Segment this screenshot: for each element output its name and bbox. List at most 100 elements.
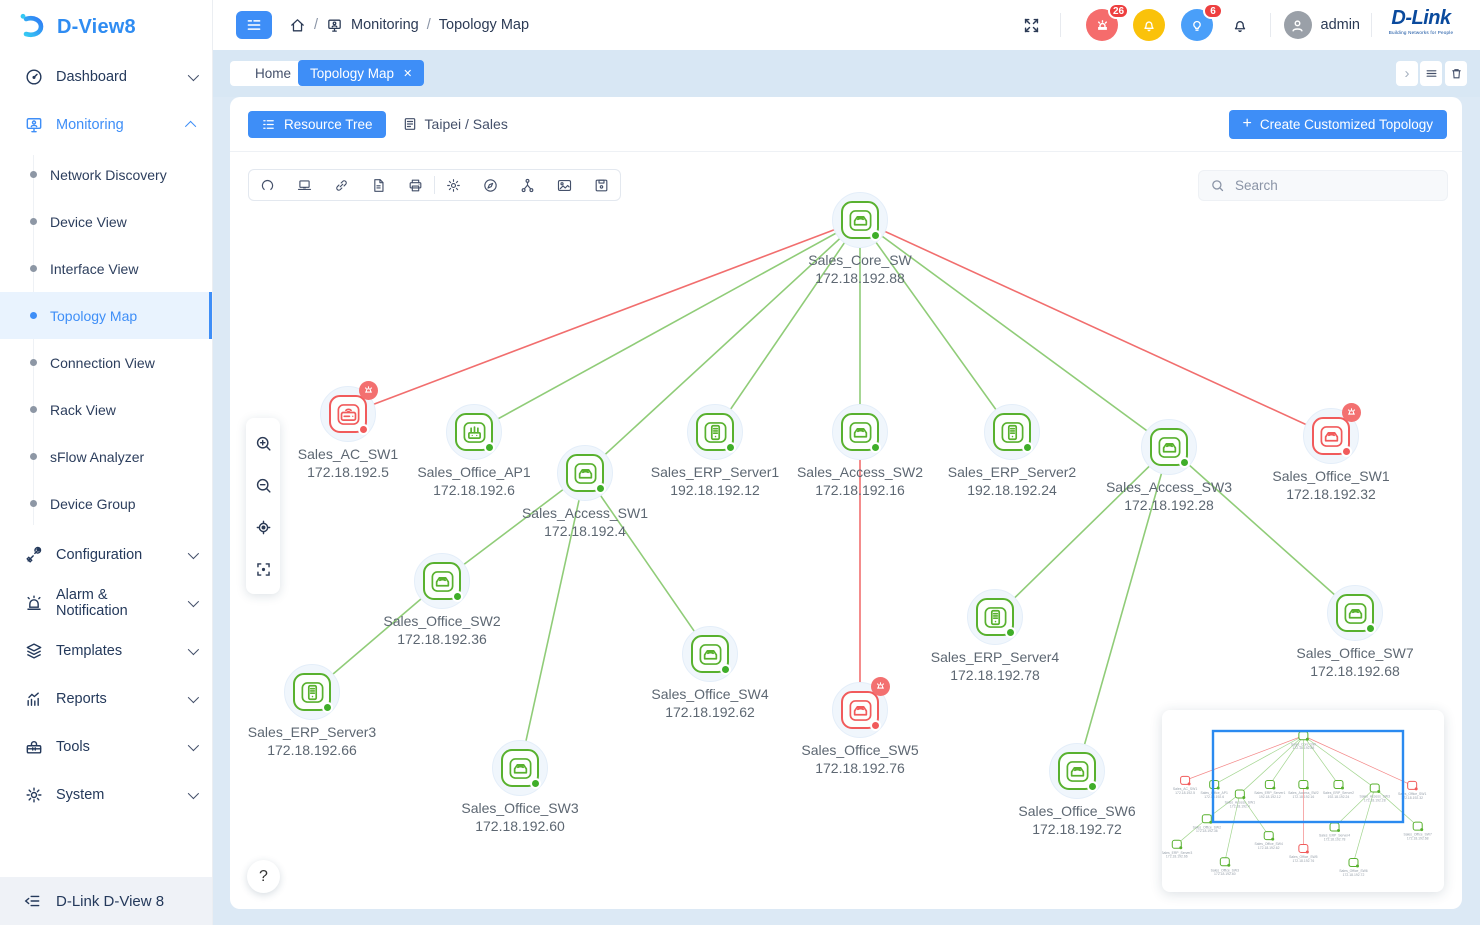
node-halo <box>557 445 613 501</box>
sidebar-item-dashboard[interactable]: Dashboard <box>0 53 212 101</box>
sidebar-item-tools[interactable]: Tools <box>0 723 212 771</box>
sidebar-toggle-button[interactable] <box>236 11 272 39</box>
sidebar-footer[interactable]: D-Link D-View 8 <box>0 877 212 925</box>
sidebar-item-rack-view[interactable]: Rack View <box>0 386 212 433</box>
refresh-button[interactable] <box>249 170 286 200</box>
topology-node-sales-erp-server3[interactable]: Sales_ERP_Server3172.18.192.66 <box>284 664 340 720</box>
image-button[interactable] <box>546 170 583 200</box>
sidebar-item-label: Device Group <box>50 496 136 512</box>
status-dot <box>358 424 369 435</box>
sidebar-item-system[interactable]: System <box>0 771 212 819</box>
topology-node-sales-office-ap1[interactable]: Sales_Office_AP1172.18.192.6 <box>446 404 502 460</box>
laptop-button[interactable] <box>286 170 323 200</box>
zoom-out-button[interactable] <box>246 464 280 506</box>
fit-to-screen-button[interactable] <box>246 548 280 590</box>
svg-text:172.18.192.32: 172.18.192.32 <box>1401 796 1423 800</box>
dashboard-icon <box>24 67 44 87</box>
node-label: Sales_Office_SW7172.18.192.68 <box>1255 644 1455 680</box>
resource-tree-button[interactable]: Resource Tree <box>248 111 386 138</box>
sidebar-item-topology-map[interactable]: Topology Map <box>0 292 212 339</box>
chevron-down-icon <box>188 692 199 703</box>
topology-node-sales-access-sw2[interactable]: Sales_Access_SW2172.18.192.16 <box>832 404 888 460</box>
topology-node-sales-office-sw4[interactable]: Sales_Office_SW4172.18.192.62 <box>682 626 738 682</box>
topology-node-sales-core-sw[interactable]: Sales_Core_SW172.18.192.88 <box>832 192 888 248</box>
search-input[interactable] <box>1233 177 1423 194</box>
status-dot <box>1005 627 1016 638</box>
laptop-icon <box>296 177 313 194</box>
sidebar-item-device-view[interactable]: Device View <box>0 198 212 245</box>
dlink-logo[interactable]: D-Link Building Networks for People <box>1375 7 1467 35</box>
sidebar-item-connection-view[interactable]: Connection View <box>0 339 212 386</box>
node-halo <box>682 626 738 682</box>
compass-button[interactable] <box>472 170 509 200</box>
create-customized-topology-button[interactable]: + Create Customized Topology <box>1229 110 1447 139</box>
printer-button[interactable] <box>397 170 434 200</box>
topology-node-sales-office-sw6[interactable]: Sales_Office_SW6172.18.192.72 <box>1049 743 1105 799</box>
menu-list-icon <box>245 16 263 34</box>
tabs-menu-button[interactable] <box>1420 61 1442 86</box>
topology-node-sales-office-sw7[interactable]: Sales_Office_SW7172.18.192.68 <box>1327 585 1383 641</box>
tab-home[interactable]: Home <box>239 61 307 86</box>
topology-node-sales-erp-server2[interactable]: Sales_ERP_Server2192.18.192.24 <box>984 404 1040 460</box>
search-box[interactable] <box>1198 170 1448 201</box>
user-menu[interactable]: admin <box>1284 0 1361 50</box>
tabs-scroll-right-button[interactable]: › <box>1396 61 1418 86</box>
topology-node-sales-office-sw1[interactable]: Sales_Office_SW1172.18.192.32 <box>1303 408 1359 464</box>
topology-node-sales-erp-server1[interactable]: Sales_ERP_Server1192.18.192.12 <box>687 404 743 460</box>
sidebar-item-label: System <box>56 787 176 803</box>
svg-text:172.18.192.88: 172.18.192.88 <box>1293 746 1315 750</box>
topology-branch-button[interactable] <box>509 170 546 200</box>
sidebar-item-sflow-analyzer[interactable]: sFlow Analyzer <box>0 433 212 480</box>
chevron-down-icon <box>188 596 199 607</box>
node-halo <box>832 404 888 460</box>
breadcrumb-topology-map[interactable]: Topology Map <box>439 17 529 33</box>
close-icon[interactable]: ✕ <box>403 67 412 80</box>
locate-button[interactable] <box>246 506 280 548</box>
help-button[interactable]: ? <box>247 860 280 893</box>
breadcrumb-monitoring[interactable]: Monitoring <box>351 17 419 33</box>
topology-node-sales-office-sw3[interactable]: Sales_Office_SW3172.18.192.60 <box>492 740 548 796</box>
sidebar-item-label: Reports <box>56 691 176 707</box>
home-icon[interactable] <box>289 17 306 34</box>
tabs-close-all-button[interactable] <box>1445 61 1467 86</box>
refresh-icon <box>259 177 276 194</box>
person-icon <box>1289 17 1306 34</box>
svg-text:172.18.192.4: 172.18.192.4 <box>1230 804 1250 808</box>
topology-location: Taipei / Sales <box>402 116 508 132</box>
sidebar-item-network-discovery[interactable]: Network Discovery <box>0 151 212 198</box>
node-label: Sales_Office_SW4172.18.192.62 <box>610 685 810 721</box>
node-ip: 172.18.192.62 <box>610 703 810 721</box>
fullscreen-button[interactable] <box>1019 13 1043 37</box>
app-logo[interactable]: D-View8 <box>0 0 212 53</box>
topology-node-sales-office-sw5[interactable]: Sales_Office_SW5172.18.192.76 <box>832 682 888 738</box>
save-button[interactable] <box>583 170 620 200</box>
sidebar-item-alarm-notification[interactable]: Alarm & Notification <box>0 579 212 627</box>
svg-text:172.18.192.78: 172.18.192.78 <box>1324 837 1346 841</box>
topology-node-sales-access-sw3[interactable]: Sales_Access_SW3172.18.192.28 <box>1141 419 1197 475</box>
sidebar-item-monitoring[interactable]: Monitoring <box>0 101 212 149</box>
settings-button[interactable] <box>435 170 472 200</box>
topology-node-sales-office-sw2[interactable]: Sales_Office_SW2172.18.192.36 <box>414 553 470 609</box>
notification-center-button[interactable] <box>1133 9 1165 41</box>
status-dot <box>484 442 495 453</box>
status-dot <box>1087 781 1098 792</box>
system-notifications-button[interactable] <box>1228 13 1252 37</box>
minimap[interactable]: Sales_Core_SW172.18.192.88Sales_AC_SW117… <box>1162 710 1444 892</box>
sidebar-item-templates[interactable]: Templates <box>0 627 212 675</box>
document-button[interactable] <box>360 170 397 200</box>
sidebar-item-configuration[interactable]: Configuration <box>0 531 212 579</box>
username: admin <box>1321 17 1361 33</box>
topology-node-sales-ac-sw1[interactable]: Sales_AC_SW1172.18.192.5 <box>320 386 376 442</box>
tab-topology-map[interactable]: Topology Map ✕ <box>298 60 424 86</box>
sidebar-item-device-group[interactable]: Device Group <box>0 480 212 527</box>
status-dot <box>452 591 463 602</box>
node-label: Sales_Office_SW6172.18.192.72 <box>977 802 1177 838</box>
topology-node-sales-access-sw1[interactable]: Sales_Access_SW1172.18.192.4 <box>557 445 613 501</box>
topology-node-sales-erp-server4[interactable]: Sales_ERP_Server4172.18.192.78 <box>967 589 1023 645</box>
zoom-in-button[interactable] <box>246 422 280 464</box>
sidebar-item-interface-view[interactable]: Interface View <box>0 245 212 292</box>
app-title: D-View8 <box>57 16 136 39</box>
dview-logo-icon <box>16 11 48 43</box>
link-button[interactable] <box>323 170 360 200</box>
sidebar-item-reports[interactable]: Reports <box>0 675 212 723</box>
